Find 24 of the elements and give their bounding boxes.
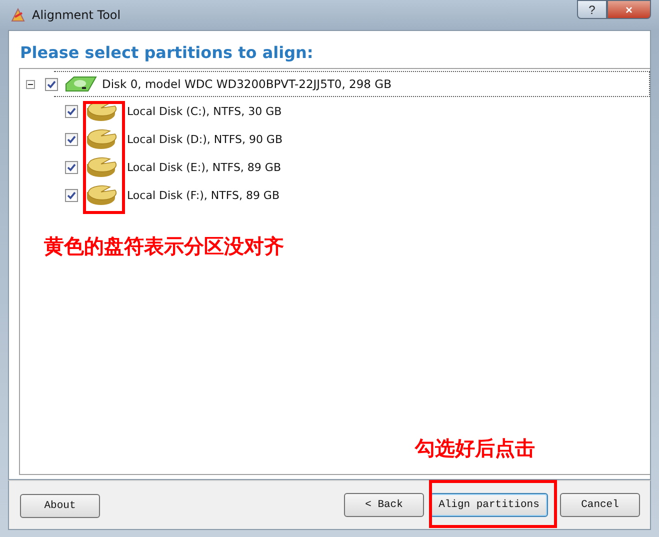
checkbox[interactable]: [65, 188, 78, 202]
dialog-button[interactable]: Cancel: [560, 493, 640, 517]
pie-icon: [85, 128, 117, 150]
tree-item[interactable]: Local Disk (F:), NTFS, 89 GB: [127, 188, 280, 202]
tree-item[interactable]: Local Disk (D:), NTFS, 90 GB: [127, 132, 283, 146]
dialog-button[interactable]: About: [20, 494, 100, 518]
dialog-button[interactable]: < Back: [344, 493, 424, 517]
checkbox[interactable]: [45, 78, 58, 90]
pie-icon: [85, 156, 117, 178]
section-heading: Please select partitions to align:: [20, 43, 314, 62]
window-title: Alignment Tool: [32, 8, 121, 22]
checkbox[interactable]: [65, 160, 78, 174]
annotation-text: 勾选好后点击: [415, 435, 535, 462]
align-button[interactable]: Align partitions: [430, 493, 548, 517]
tree-item[interactable]: Local Disk (E:), NTFS, 89 GB: [127, 160, 281, 174]
help-button[interactable]: ?: [577, 0, 607, 19]
collapse-icon[interactable]: [26, 80, 35, 88]
checkbox[interactable]: [65, 104, 78, 118]
checkbox[interactable]: [65, 132, 78, 146]
annotation-text: 黄色的盘符表示分区没对齐: [44, 233, 284, 260]
tree-item[interactable]: Local Disk (C:), NTFS, 30 GB: [127, 104, 282, 118]
app-icon: [10, 7, 26, 23]
hard-drive-icon: [64, 75, 98, 93]
pie-icon: [85, 184, 117, 206]
